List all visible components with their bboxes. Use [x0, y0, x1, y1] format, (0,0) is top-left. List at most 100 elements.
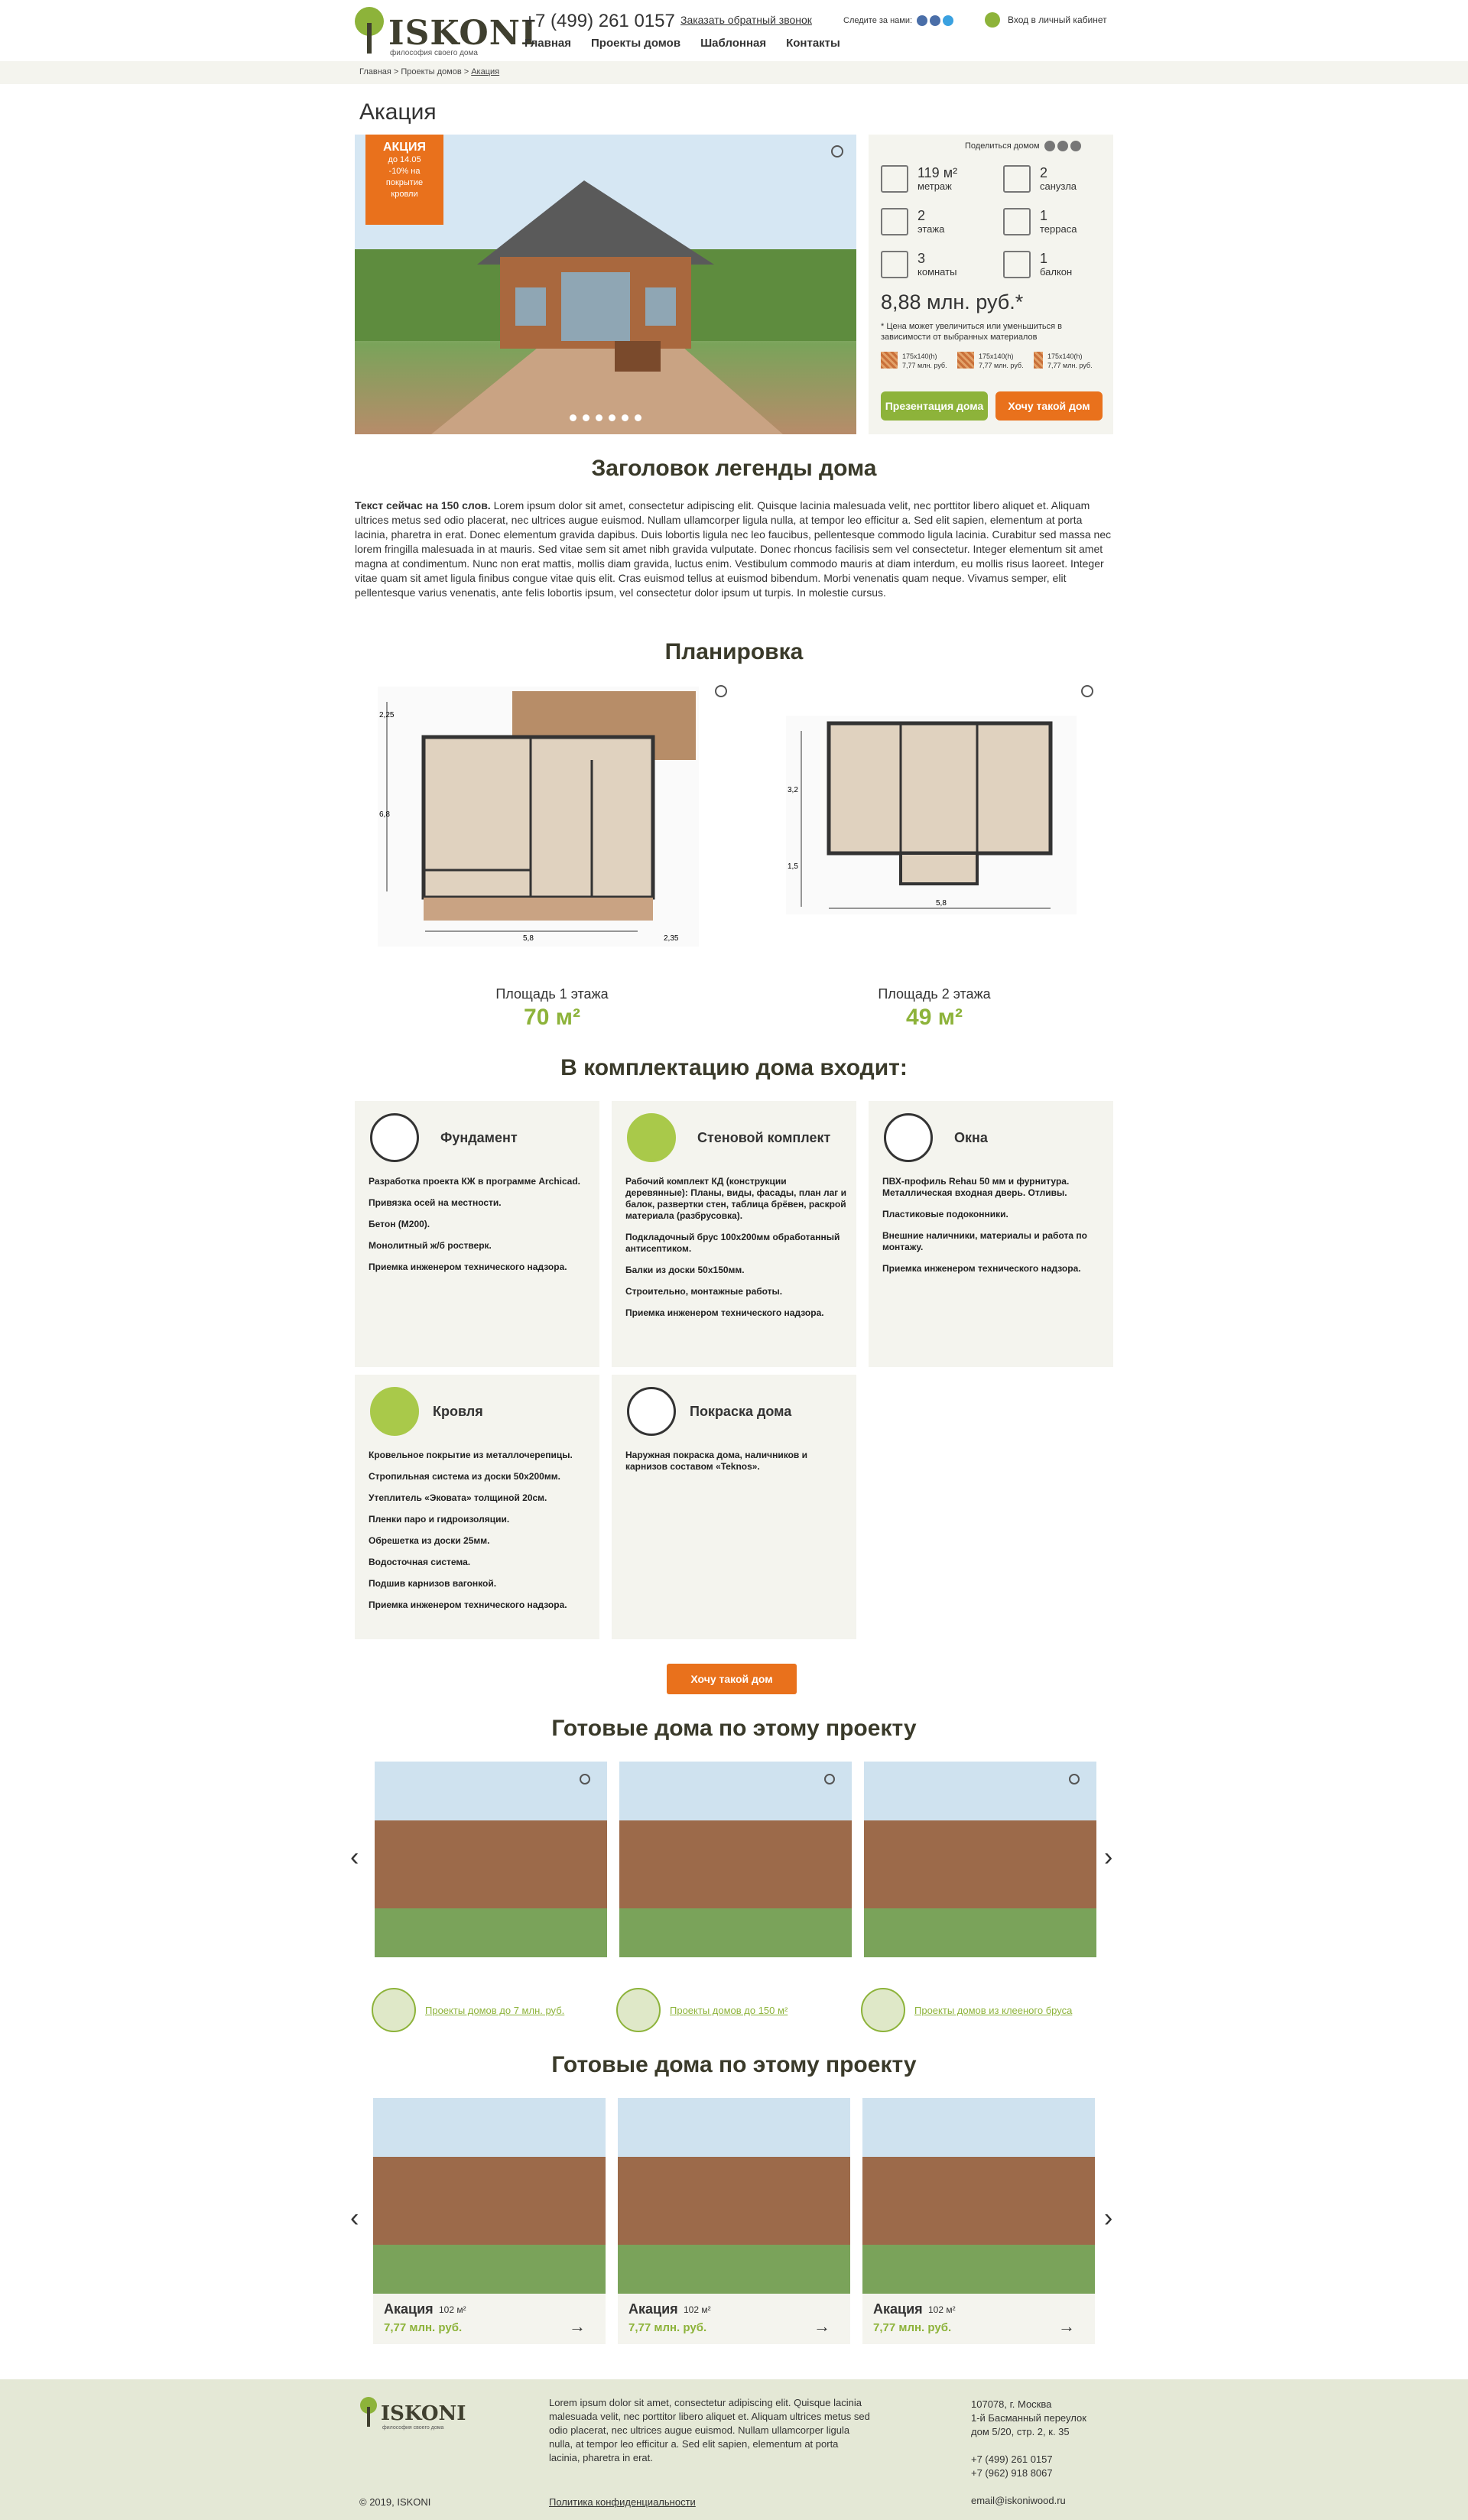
footer: ISKONI философия своего дома Lorem ipsum… [0, 2379, 1468, 2520]
floor2-drawing: 3,2 1,5 5,8 [788, 721, 1053, 909]
nav-home[interactable]: Главная [525, 37, 571, 50]
house-card[interactable]: Акация 102 м² 7,77 млн. руб. → [862, 2098, 1095, 2344]
breadcrumb-bar [0, 61, 1468, 84]
twitter-icon[interactable] [1070, 141, 1081, 151]
facebook-icon[interactable] [930, 15, 941, 26]
material-option[interactable]: 175х140(h) 7,77 млн. руб. [1034, 352, 1093, 370]
ready-heading: Готовые дома по этому проекту [551, 1716, 917, 1741]
house-card-price: 7,77 млн. руб. [384, 2321, 463, 2334]
window-icon [884, 1113, 933, 1162]
vk-icon[interactable] [1044, 141, 1055, 151]
dim-label: 1,5 [788, 862, 798, 871]
footer-address-line: дом 5/20, стр. 2, к. 35 [971, 2426, 1070, 2437]
category-link[interactable]: Проекты домов до 150 м² [616, 1988, 788, 2032]
want-house-button[interactable]: Хочу такой дом [995, 391, 1103, 421]
kit-card-title: Кровля [433, 1404, 483, 1419]
zoom-icon[interactable] [1069, 1774, 1080, 1784]
header-phone[interactable]: +7 (499) 261 0157 [525, 11, 675, 32]
house-thumbnail[interactable] [864, 1762, 1096, 1957]
category-link[interactable]: Проекты домов до 7 млн. руб. [372, 1988, 564, 2032]
pager-dot[interactable] [609, 414, 615, 421]
share-row: Поделиться домом [965, 141, 1081, 151]
twitter-icon[interactable] [943, 15, 954, 26]
footer-phone[interactable]: +7 (499) 261 0157 [971, 2453, 1053, 2466]
cabinet-link[interactable]: Вход в личный кабинет [985, 12, 1107, 28]
house-thumbnail[interactable] [375, 1762, 607, 1957]
spec-label: санузла [1040, 180, 1077, 192]
zoom-icon[interactable] [715, 685, 727, 697]
zoom-icon[interactable] [831, 145, 843, 158]
zoom-icon[interactable] [1081, 685, 1093, 697]
balcony-icon [1003, 251, 1031, 278]
list-item: Привязка осей на местности. [369, 1197, 502, 1208]
list-item: Водосточная система. [369, 1557, 471, 1567]
house-card-title: Акация [873, 2301, 923, 2317]
carousel-prev-icon[interactable]: ‹ [350, 2203, 359, 2233]
house-thumbnail [618, 2098, 850, 2294]
category-label: Проекты домов до 150 м² [670, 2004, 788, 2016]
nav-template[interactable]: Шаблонная [700, 37, 766, 50]
arrow-right-icon[interactable]: → [814, 2317, 830, 2337]
vk-icon[interactable] [917, 15, 928, 26]
logo-tagline: философия своего дома [390, 49, 478, 57]
arrow-right-icon[interactable]: → [1058, 2317, 1075, 2337]
category-link[interactable]: Проекты домов из клееного бруса [861, 1988, 1072, 2032]
list-item: Балки из доски 50х150мм. [625, 1265, 745, 1275]
privacy-link[interactable]: Политика конфиденциальности [549, 2496, 696, 2509]
social-follow: Следите за нами: [843, 15, 954, 26]
rooms-icon [881, 251, 908, 278]
house-price-icon [372, 1988, 416, 2032]
house-thumbnail[interactable] [619, 1762, 852, 1957]
footer-logo[interactable]: ISKONI [381, 2402, 466, 2425]
list-item: Стропильная система из доски 50х200мм. [369, 1471, 560, 1482]
spec-value: 1 [1040, 208, 1048, 223]
floor1-plan[interactable]: 2,25 6,8 5,8 2,35 [378, 687, 699, 947]
nav-contacts[interactable]: Контакты [786, 37, 840, 50]
pager-dot[interactable] [635, 414, 641, 421]
material-option[interactable]: 175х140(h) 7,77 млн. руб. [881, 352, 947, 370]
carousel-next-icon[interactable]: › [1104, 1843, 1112, 1872]
pager-dot[interactable] [570, 414, 576, 421]
want-house-button[interactable]: Хочу такой дом [667, 1664, 797, 1694]
list-item: Приемка инженером технического надзора. [882, 1263, 1081, 1274]
breadcrumb-path[interactable]: Главная > Проекты домов > [359, 67, 471, 76]
floor1-area-label: Площадь 1 этажа [495, 986, 609, 1002]
kit-card-list: Наружная покраска дома, наличников и кар… [625, 1450, 847, 1482]
logo[interactable]: ISKONI [388, 14, 538, 53]
house-card-size: 102 м² [684, 2304, 711, 2315]
list-item: Разработка проекта КЖ в программе Archic… [369, 1176, 581, 1187]
kit-card-walls: Стеновой комплект Рабочий комплект КД (к… [612, 1101, 856, 1367]
category-label: Проекты домов до 7 млн. руб. [425, 2004, 565, 2016]
nav-projects[interactable]: Проекты домов [591, 37, 680, 50]
pager-dot[interactable] [596, 414, 602, 421]
breadcrumb-current[interactable]: Акация [471, 67, 499, 76]
presentation-button[interactable]: Презентация дома [881, 391, 988, 421]
logo-tree-icon[interactable] [353, 6, 385, 55]
share-label: Поделиться домом [965, 141, 1040, 151]
footer-email[interactable]: email@iskoniwood.ru [971, 2494, 1066, 2508]
pager-dot[interactable] [583, 414, 589, 421]
cabinet-label: Вход в личный кабинет [1008, 15, 1107, 25]
footer-phone[interactable]: +7 (962) 918 8067 [971, 2466, 1053, 2480]
ready-heading: Готовые дома по этому проекту [551, 2052, 917, 2077]
material-option[interactable]: 175х140(h) 7,77 млн. руб. [957, 352, 1024, 370]
house-card[interactable]: Акация 102 м² 7,77 млн. руб. → [373, 2098, 606, 2344]
floor2-plan[interactable]: 3,2 1,5 5,8 [786, 716, 1077, 914]
callback-link[interactable]: Заказать обратный звонок [680, 14, 812, 26]
plan-heading: Планировка [664, 639, 804, 664]
house-card[interactable]: Акация 102 м² 7,77 млн. руб. → [618, 2098, 850, 2344]
kit-card-roof: Кровля Кровельное покрытие из металлочер… [355, 1375, 599, 1639]
zoom-icon[interactable] [824, 1774, 835, 1784]
zoom-icon[interactable] [580, 1774, 590, 1784]
user-icon [985, 12, 1000, 28]
carousel-next-icon[interactable]: › [1104, 2203, 1112, 2233]
spec-floors: 2 этажа [881, 208, 944, 235]
material-price: 7,77 млн. руб. [979, 362, 1024, 369]
promo-badge[interactable]: АКЦИЯ до 14.05 -10% на покрытие кровли [365, 135, 443, 225]
pager-dot[interactable] [622, 414, 628, 421]
list-item: Наружная покраска дома, наличников и кар… [625, 1450, 808, 1472]
arrow-right-icon[interactable]: → [569, 2317, 586, 2337]
carousel-prev-icon[interactable]: ‹ [350, 1843, 359, 1872]
house-price: 8,88 млн. руб.* [881, 291, 1024, 313]
facebook-icon[interactable] [1057, 141, 1068, 151]
